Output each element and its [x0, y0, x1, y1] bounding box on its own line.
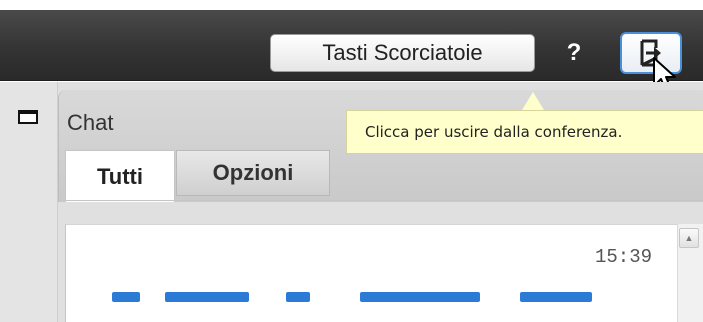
exit-icon — [640, 39, 661, 67]
top-strip — [0, 0, 703, 10]
message-text-fragment — [112, 292, 140, 302]
help-button[interactable]: ? — [559, 36, 589, 70]
tab-tutti[interactable]: Tutti — [65, 150, 175, 202]
exit-conference-button[interactable] — [620, 32, 682, 74]
panel-title: Chat — [67, 110, 114, 135]
shortcuts-button[interactable]: Tasti Scorciatoie — [270, 34, 535, 72]
message-timestamp: 15:39 — [595, 246, 653, 268]
tooltip-arrow — [522, 92, 544, 110]
message-text-fragment — [520, 292, 592, 302]
tab-opzioni[interactable]: Opzioni — [176, 150, 330, 196]
tab-divider — [65, 200, 703, 201]
message-text-fragment — [360, 292, 480, 302]
exit-tooltip: Clicca per uscire dalla conferenza. — [346, 110, 703, 154]
message-text-fragment — [165, 292, 249, 302]
chat-message-area — [65, 224, 677, 322]
minimize-panel-icon[interactable] — [18, 110, 38, 124]
message-text-fragment — [286, 292, 310, 302]
toolbar: Tasti Scorciatoie ? — [0, 10, 703, 81]
scroll-up-icon[interactable]: ▲ — [679, 228, 699, 248]
